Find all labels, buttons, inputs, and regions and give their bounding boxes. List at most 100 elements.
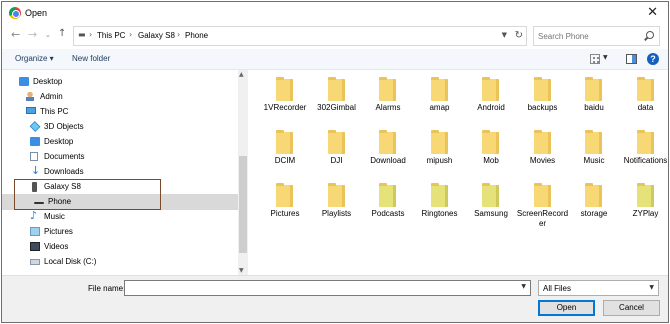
- folder-icon: [276, 77, 293, 101]
- change-view-icon[interactable]: [590, 54, 600, 64]
- folder-icon: [636, 183, 654, 207]
- file-item[interactable]: Download: [362, 126, 414, 178]
- folder-icon: [379, 183, 396, 207]
- file-item[interactable]: Android: [465, 73, 517, 125]
- file-name: 1VRecorder: [263, 103, 307, 112]
- tree-item-label: Local Disk (C:): [44, 257, 97, 266]
- scroll-down-icon[interactable]: ▼: [239, 267, 244, 274]
- breadcrumb-galaxy-s8[interactable]: Galaxy S8: [138, 31, 175, 40]
- file-item[interactable]: ZYPlay: [620, 179, 669, 231]
- folder-icon: [636, 130, 654, 154]
- chevron-down-icon: ▼: [649, 284, 654, 291]
- forward-icon[interactable]: →: [28, 28, 37, 41]
- chevron-right-icon: ›: [177, 30, 181, 39]
- navigation-pane: Desktop Admin This PC 3D Objects Desktop…: [2, 70, 238, 275]
- title-bar: Open ✕: [2, 2, 668, 24]
- file-name: Music: [583, 156, 605, 165]
- folder-icon: [482, 183, 499, 207]
- file-name: Podcasts: [371, 209, 405, 218]
- file-item[interactable]: Samsung: [465, 179, 517, 231]
- tree-item-label: Desktop: [44, 137, 74, 146]
- organize-button[interactable]: Organize ▾: [15, 54, 54, 63]
- cube-icon: [29, 121, 41, 132]
- tree-item-label: Videos: [44, 242, 69, 251]
- cancel-button[interactable]: Cancel: [603, 300, 660, 316]
- breadcrumb-phone[interactable]: Phone: [185, 31, 208, 40]
- file-item[interactable]: amap: [414, 73, 466, 125]
- refresh-icon[interactable]: ↻: [515, 30, 523, 41]
- file-name: baidu: [584, 103, 604, 112]
- tree-item-label: Documents: [44, 152, 85, 161]
- file-name: mipush: [426, 156, 453, 165]
- file-name: Mob: [483, 156, 499, 165]
- folder-icon: [585, 183, 602, 207]
- address-bar[interactable]: ▬ › This PC › Galaxy S8 › Phone ▼ ↻: [73, 26, 527, 46]
- nav-scrollbar[interactable]: ▲ ▼: [238, 70, 248, 275]
- folder-icon: [585, 77, 602, 101]
- file-name: storage: [580, 209, 608, 218]
- desktop-icon: [19, 77, 29, 86]
- file-item[interactable]: ScreenRecorder: [517, 179, 569, 231]
- folder-icon: [327, 183, 345, 207]
- file-name-input[interactable]: [128, 283, 508, 293]
- file-name: data: [637, 103, 654, 112]
- file-item[interactable]: Pictures: [259, 179, 311, 231]
- file-type-select[interactable]: All Files ▼: [538, 280, 659, 296]
- command-bar: Organize ▾ New folder ▼ ?: [2, 49, 668, 70]
- search-input[interactable]: [538, 30, 638, 43]
- tree-item-label: Pictures: [44, 227, 73, 236]
- scroll-up-icon[interactable]: ▲: [239, 71, 244, 78]
- close-icon[interactable]: ✕: [647, 5, 658, 20]
- pictures-icon: [30, 227, 40, 236]
- open-dialog: Open ✕ ← → ⌄ ↑ ▬ › This PC › Galaxy S8 ›…: [1, 1, 669, 323]
- chevron-down-icon[interactable]: ▼: [603, 54, 608, 61]
- desktop-icon: [30, 137, 40, 146]
- recent-locations-icon[interactable]: ⌄: [45, 31, 51, 39]
- file-item[interactable]: Alarms: [362, 73, 414, 125]
- help-icon[interactable]: ?: [647, 53, 659, 65]
- new-folder-button[interactable]: New folder: [72, 54, 110, 63]
- file-item[interactable]: DJI: [311, 126, 363, 178]
- file-name-label: File name:: [88, 284, 126, 293]
- chevron-down-icon[interactable]: ▼: [502, 31, 507, 39]
- file-item[interactable]: Movies: [517, 126, 569, 178]
- file-name: DCIM: [274, 156, 296, 165]
- folder-icon: [482, 130, 499, 154]
- file-name: Playlists: [321, 209, 352, 218]
- file-item[interactable]: backups: [517, 73, 569, 125]
- file-item[interactable]: Playlists: [311, 179, 363, 231]
- open-button[interactable]: Open: [538, 300, 595, 316]
- folder-icon: [379, 77, 396, 101]
- download-icon: [30, 164, 40, 177]
- file-name: Android: [477, 103, 505, 112]
- file-type-value: All Files: [543, 284, 572, 293]
- folder-icon: [276, 183, 293, 207]
- file-item[interactable]: Podcasts: [362, 179, 414, 231]
- file-name: backups: [527, 103, 558, 112]
- file-item[interactable]: Notifications: [620, 126, 669, 178]
- file-item[interactable]: DCIM: [259, 126, 311, 178]
- disk-icon: [30, 259, 40, 265]
- file-item[interactable]: Mob: [465, 126, 517, 178]
- search-icon[interactable]: [646, 31, 654, 39]
- file-item[interactable]: Music: [568, 126, 620, 178]
- phone-location-icon: ▬: [78, 30, 86, 39]
- up-icon[interactable]: ↑: [58, 28, 66, 39]
- preview-pane-icon[interactable]: [626, 54, 637, 64]
- file-item[interactable]: baidu: [568, 73, 620, 125]
- file-item[interactable]: 302Gimbal: [311, 73, 363, 125]
- file-item[interactable]: 1VRecorder: [259, 73, 311, 125]
- tree-item-label: Desktop: [33, 77, 63, 86]
- file-item[interactable]: mipush: [414, 126, 466, 178]
- scrollbar-thumb[interactable]: [239, 156, 247, 253]
- chrome-icon: [9, 7, 21, 19]
- file-item[interactable]: Ringtones: [414, 179, 466, 231]
- breadcrumb-this-pc[interactable]: This PC: [97, 31, 125, 40]
- file-item[interactable]: storage: [568, 179, 620, 231]
- folder-icon: [430, 130, 448, 154]
- back-icon[interactable]: ←: [11, 28, 20, 41]
- chevron-down-icon[interactable]: ▼: [521, 283, 526, 290]
- folder-icon: [533, 183, 551, 207]
- file-item[interactable]: data: [620, 73, 669, 125]
- tree-item-label: Downloads: [44, 167, 84, 176]
